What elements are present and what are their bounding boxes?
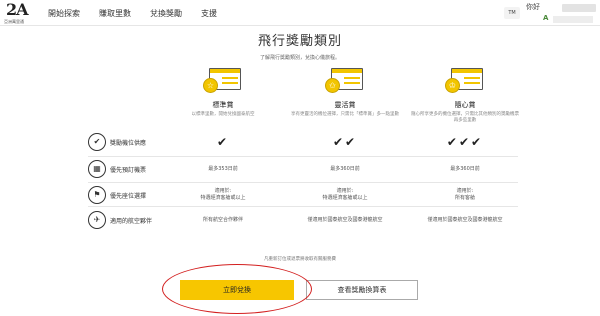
fee-note: 凡重新訂位或退票將收取有關服務費 xyxy=(264,257,336,262)
calendar-icon: ▦ xyxy=(88,160,106,178)
star-icon: ☆ xyxy=(203,78,218,93)
availability-flex: ✔✔ xyxy=(332,135,358,149)
booking-flex: 最多360日前 xyxy=(330,166,360,172)
divider xyxy=(88,156,518,157)
tier-name: 靈活賞 xyxy=(334,101,356,109)
row-priority-booking: ▦ 優先預訂機票 xyxy=(88,160,178,180)
logo-subtitle: 亞洲萬里通 xyxy=(4,19,24,24)
nav-support[interactable]: 支援 xyxy=(201,8,217,19)
nav-redeem[interactable]: 兌換獎勵 xyxy=(150,8,182,19)
tier-name: 隨心賞 xyxy=(454,101,476,109)
tier-description: 隨心所享更多的機位選擇，只需比其他類別的獎勵機票再多些里數 xyxy=(411,112,519,123)
availability-standard: ✔ xyxy=(216,135,230,149)
divider xyxy=(88,206,518,207)
booking-choice: 最多360日前 xyxy=(450,166,480,172)
award-card-icon: ♔ xyxy=(445,68,485,98)
divider xyxy=(88,182,518,183)
row-label: 優先預訂機票 xyxy=(110,167,147,174)
partners-flex: 僅適用於國泰航空及國泰港龍航空 xyxy=(307,217,383,223)
crown-icon: ♔ xyxy=(445,78,460,93)
greeting: 你好 xyxy=(526,3,540,11)
redeem-now-button[interactable]: 立即兌換 xyxy=(180,280,294,300)
row-label: 適用的航空夥伴 xyxy=(110,218,153,225)
nav-earn[interactable]: 賺取里數 xyxy=(99,8,131,19)
stars-icon: ✩ xyxy=(325,78,340,93)
redacted-miles xyxy=(553,16,593,23)
partners-choice: 僅適用於國泰航空及國泰港龍航空 xyxy=(427,217,503,223)
asia-miles-logo[interactable]: 2A 亞洲萬里通 xyxy=(4,1,34,25)
award-card-icon: ✩ xyxy=(325,68,365,98)
row-label: 優先座位選擇 xyxy=(110,193,147,200)
row-airline-partners: ✈ 適用的航空夥伴 xyxy=(88,211,178,231)
tier-description: 以標準里數，開始兌換國泰航空 xyxy=(191,112,255,117)
partners-standard: 所有航空合作夥伴 xyxy=(202,217,243,223)
award-card-icon: ☆ xyxy=(203,68,243,98)
seat-icon: ⚑ xyxy=(88,186,106,204)
plane-icon: ✈ xyxy=(88,211,106,229)
redacted-name xyxy=(562,4,596,12)
logo-mark: 2A xyxy=(6,0,29,19)
tier-flex: ✩ 靈活賞 享有更靈活的機位選擇，只需比「標準賞」多一點里數 xyxy=(290,68,400,118)
tier-standard: ☆ 標準賞 以標準里數，開始兌換國泰航空 xyxy=(168,68,278,118)
seat-flex: 適用於: 特選經濟客艙或以上 xyxy=(322,188,368,201)
page-title: 飛行獎勵類別 xyxy=(257,34,342,49)
tier-description: 享有更靈活的機位選擇，只需比「標準賞」多一點里數 xyxy=(291,112,399,117)
row-seat-selection: ⚑ 優先座位選擇 xyxy=(88,186,178,206)
main-nav: 開始探索 賺取里數 兌換獎勵 支援 xyxy=(48,0,236,26)
avatar[interactable]: TM xyxy=(504,7,520,19)
view-award-chart-button[interactable]: 查看獎勵換算表 xyxy=(306,280,418,300)
tier-choice: ♔ 隨心賞 隨心所享更多的機位選擇，只需比其他類別的獎勵機票再多些里數 xyxy=(410,68,520,124)
miles-icon: A xyxy=(543,14,549,22)
check-circle-icon: ✔ xyxy=(88,133,106,151)
site-header: 2A 亞洲萬里通 開始探索 賺取里數 兌換獎勵 支援 TM 你好 A xyxy=(0,0,600,26)
seat-choice: 適用於: 所有客艙 xyxy=(454,188,475,201)
seat-standard: 適用於: 特選經濟客艙或以上 xyxy=(200,188,246,201)
row-label: 獎勵機位供應 xyxy=(110,140,147,147)
page-subtitle: 了解飛行獎勵類別，兌換心儀旅程。 xyxy=(259,55,340,61)
tier-name: 標準賞 xyxy=(212,101,234,109)
availability-choice: ✔✔✔ xyxy=(446,135,484,149)
user-miles[interactable]: A xyxy=(543,14,593,24)
booking-standard: 最多353日前 xyxy=(208,166,238,172)
nav-explore[interactable]: 開始探索 xyxy=(48,8,80,19)
row-seat-availability: ✔ 獎勵機位供應 xyxy=(88,133,178,153)
